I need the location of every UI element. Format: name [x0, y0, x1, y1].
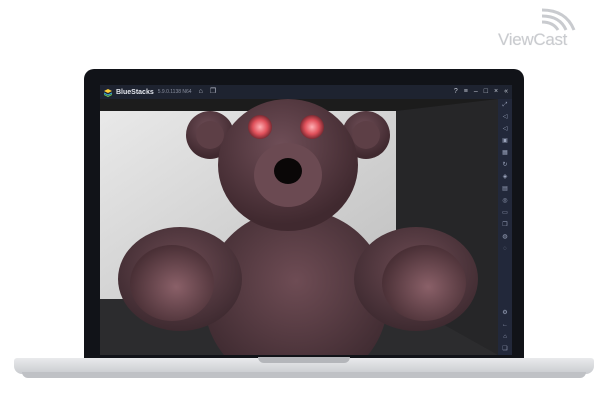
- record-icon[interactable]: ◎: [502, 195, 507, 207]
- watermark-text: ViewCast: [498, 30, 568, 49]
- screenshot-icon[interactable]: ▤: [502, 183, 508, 195]
- menu-icon[interactable]: ≡: [464, 85, 468, 99]
- viewcast-watermark: ViewCast: [498, 6, 594, 50]
- game-viewport[interactable]: [100, 99, 498, 355]
- home-icon[interactable]: ⌂: [199, 85, 203, 99]
- close-icon[interactable]: ×: [494, 85, 498, 99]
- app-name: BlueStacks: [116, 88, 154, 96]
- help-icon[interactable]: ?: [454, 85, 458, 99]
- volume-down-icon[interactable]: ◁: [503, 123, 508, 135]
- rotate-icon[interactable]: ↻: [502, 159, 507, 171]
- bluestacks-logo-icon: [104, 88, 112, 97]
- minimize-icon[interactable]: –: [474, 85, 478, 99]
- volume-up-icon[interactable]: ◁: [503, 111, 508, 123]
- copy-icon[interactable]: ❐: [502, 219, 507, 231]
- laptop-notch: [258, 357, 350, 363]
- teddy-bear-scene: [100, 99, 498, 355]
- home-icon[interactable]: ⌂: [503, 331, 507, 343]
- settings-icon[interactable]: ⚙: [502, 307, 507, 319]
- fullscreen-icon[interactable]: ⤢: [503, 99, 508, 111]
- recent-apps-icon[interactable]: ❏: [502, 343, 507, 355]
- shake-icon[interactable]: ◈: [503, 171, 508, 183]
- gamepad-icon[interactable]: ▦: [502, 147, 508, 159]
- multi-window-icon[interactable]: ❐: [210, 85, 216, 99]
- back-icon[interactable]: ←: [502, 319, 508, 331]
- title-bar: BlueStacks 5.9.0.1138 N64 ⌂ ❐ ? ≡ – □ × …: [100, 85, 512, 99]
- folder-icon[interactable]: ▭: [502, 207, 508, 219]
- laptop-foot: [22, 372, 586, 378]
- sync-icon[interactable]: ◌: [503, 243, 507, 255]
- collapse-icon[interactable]: «: [504, 85, 508, 99]
- maximize-icon[interactable]: □: [484, 85, 488, 99]
- eco-icon[interactable]: ◍: [502, 231, 507, 243]
- wifi-signal-icon: [541, 8, 576, 31]
- app-version: 5.9.0.1138 N64: [157, 89, 192, 95]
- side-toolbar: ⤢ ◁ ◁ ▣ ▦ ↻ ◈ ▤ ◎ ▭ ❐ ◍ ◌ ⚙ ← ⌂ ❏: [498, 99, 512, 355]
- keyboard-icon[interactable]: ▣: [502, 135, 508, 147]
- emulator-window: BlueStacks 5.9.0.1138 N64 ⌂ ❐ ? ≡ – □ × …: [100, 85, 512, 355]
